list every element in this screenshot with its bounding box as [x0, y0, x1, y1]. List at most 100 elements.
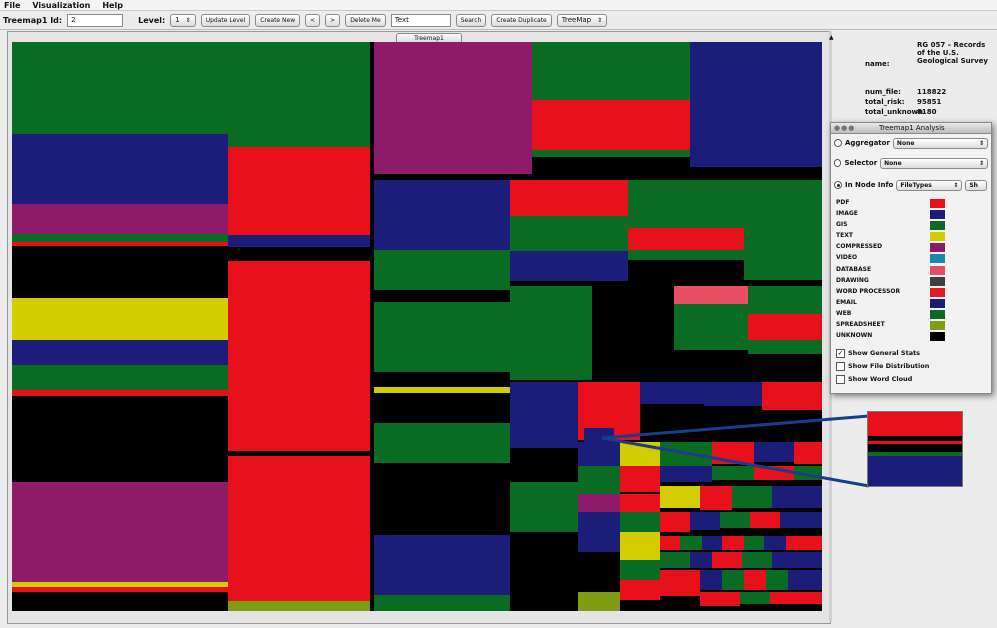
treemap-cell[interactable]: [228, 261, 370, 451]
treemap-cell[interactable]: [620, 580, 660, 600]
show-button[interactable]: Sh: [965, 179, 988, 191]
next-button[interactable]: >: [325, 13, 341, 27]
treemap-cell[interactable]: [660, 466, 712, 482]
treemap-cell[interactable]: [690, 552, 712, 568]
treemap-cell[interactable]: [704, 382, 762, 406]
treemap-cell[interactable]: [12, 592, 228, 611]
treemap-cell[interactable]: [712, 552, 742, 568]
treemap-cell[interactable]: [374, 393, 510, 423]
treemap-cell[interactable]: [740, 592, 770, 604]
treemap-cell[interactable]: [772, 486, 822, 508]
menu-help[interactable]: Help: [102, 0, 123, 10]
treemap-cell[interactable]: [12, 365, 228, 390]
treemap-cell[interactable]: [374, 250, 510, 290]
treemap-cell[interactable]: [12, 390, 228, 396]
treemap-cell[interactable]: [374, 180, 510, 250]
treemap-cell[interactable]: [640, 382, 704, 404]
treemap-cell[interactable]: [374, 290, 510, 302]
treemap-cell[interactable]: [742, 552, 772, 568]
treemap-cell[interactable]: [722, 536, 744, 550]
selector-radio[interactable]: [834, 159, 842, 167]
treemap-cell[interactable]: [780, 512, 822, 528]
treemap-cell[interactable]: [578, 592, 620, 611]
treemap-cell[interactable]: [628, 228, 744, 250]
checkbox-checked-icon[interactable]: ✓: [836, 348, 845, 358]
view-select[interactable]: TreeMap ⇕: [556, 13, 608, 27]
treemap-cell[interactable]: [12, 246, 228, 256]
menu-visualization[interactable]: Visualization: [32, 0, 90, 10]
treemap-cell[interactable]: [690, 42, 822, 167]
treemap-cell[interactable]: [620, 560, 660, 580]
treemap-cell[interactable]: [620, 466, 660, 492]
level-select[interactable]: 1 ⇕: [170, 13, 196, 27]
treemap-cell[interactable]: [532, 42, 690, 100]
treemap-cell[interactable]: [374, 372, 510, 387]
treemap-cell[interactable]: [750, 512, 780, 528]
treemap-cell[interactable]: [754, 466, 794, 480]
treemap-cell[interactable]: [722, 570, 744, 590]
treemap-cell[interactable]: [12, 582, 228, 587]
treemap-cell[interactable]: [578, 512, 620, 552]
treemap-cell[interactable]: [228, 451, 370, 456]
treemap-cell[interactable]: [660, 512, 690, 532]
treemap-cell[interactable]: [374, 535, 510, 595]
treemap-cell[interactable]: [628, 250, 744, 260]
treemap-cell[interactable]: [786, 536, 822, 550]
treemap-cell[interactable]: [766, 570, 788, 590]
treemap-cell[interactable]: [712, 466, 754, 480]
treemap-cell[interactable]: [702, 536, 722, 550]
panel-titlebar[interactable]: ●●● Treemap1 Analysis: [831, 123, 991, 134]
treemap-cell[interactable]: [674, 304, 748, 340]
treemap-cell[interactable]: [374, 387, 510, 393]
treemap-cell[interactable]: [628, 180, 744, 228]
treemap-cell[interactable]: [510, 251, 628, 281]
treemap-cell[interactable]: [584, 428, 614, 446]
treemap-cell[interactable]: [772, 552, 822, 568]
treemap-cell[interactable]: [680, 536, 702, 550]
treemap-cell[interactable]: [374, 463, 510, 535]
in-node-radio[interactable]: [834, 181, 842, 189]
treemap-cell[interactable]: [578, 494, 620, 512]
treemap-cell[interactable]: [620, 494, 660, 512]
treemap-cell[interactable]: [660, 570, 700, 596]
treemap-cell[interactable]: [12, 234, 228, 242]
treemap-cell[interactable]: [620, 532, 660, 560]
checkbox-general-stats[interactable]: ✓ Show General Stats: [836, 348, 920, 358]
treemap-cell[interactable]: [228, 247, 370, 261]
treemap-cell[interactable]: [12, 204, 228, 234]
treemap-cell[interactable]: [12, 242, 228, 246]
treemap-cell[interactable]: [12, 134, 228, 204]
treemap-cell[interactable]: [720, 512, 750, 528]
treemap-cell[interactable]: [12, 298, 228, 340]
treemap-cell[interactable]: [660, 536, 680, 550]
treemap-cell[interactable]: [660, 552, 690, 568]
treemap-cell[interactable]: [374, 302, 510, 372]
treemap-cell[interactable]: [510, 448, 578, 482]
create-duplicate-button[interactable]: Create Duplicate: [491, 13, 552, 27]
checkbox-word-cloud[interactable]: Show Word Cloud: [836, 374, 912, 384]
treemap-cell[interactable]: [12, 340, 228, 365]
treemap-cell[interactable]: [228, 147, 370, 235]
treemap-cell[interactable]: [532, 100, 690, 150]
treemap-cell[interactable]: [374, 42, 532, 174]
in-node-select[interactable]: FileTypes ⇕: [896, 179, 963, 191]
search-input[interactable]: Text: [390, 13, 451, 27]
treemap-cell[interactable]: [228, 456, 370, 601]
treemap-cell[interactable]: [510, 482, 578, 532]
treemap-cell[interactable]: [770, 592, 822, 604]
treemap-cell[interactable]: [764, 536, 786, 550]
checkbox-icon[interactable]: [836, 361, 845, 371]
aggregator-radio[interactable]: [834, 139, 842, 147]
window-controls-icon[interactable]: ●●●: [834, 124, 855, 132]
treemap-cell[interactable]: [762, 382, 822, 410]
treemap-cell[interactable]: [788, 570, 822, 590]
treemap-cell[interactable]: [744, 570, 766, 590]
treemap-cell[interactable]: [12, 482, 228, 582]
treemap-cell[interactable]: [510, 286, 592, 380]
treemap-cell[interactable]: [12, 587, 228, 592]
update-level-button[interactable]: Update Level: [200, 13, 251, 27]
treemap-cell[interactable]: [12, 256, 228, 298]
treemap-cell[interactable]: [228, 42, 370, 147]
treemap-cell[interactable]: [592, 286, 674, 380]
treemap-cell[interactable]: [712, 442, 754, 464]
